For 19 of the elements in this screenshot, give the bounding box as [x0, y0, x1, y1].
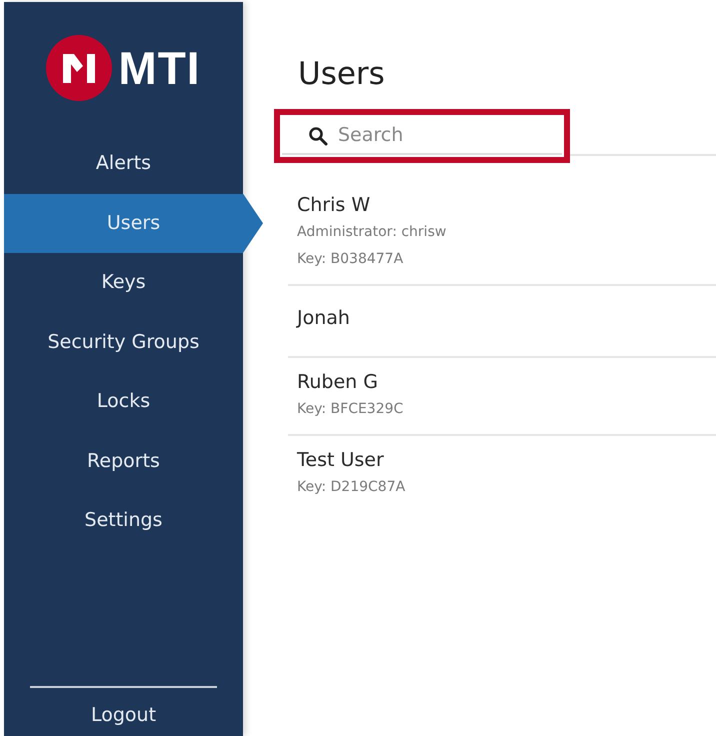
nav-item[interactable]: Alerts: [4, 134, 243, 194]
logout-link[interactable]: Logout: [4, 688, 243, 736]
user-name[interactable]: Test User: [297, 446, 384, 474]
page-title: Users: [298, 55, 386, 94]
nav-item[interactable]: Security Groups: [4, 312, 243, 372]
user-name[interactable]: Jonah: [297, 304, 350, 332]
nav-item[interactable]: Settings: [4, 491, 243, 550]
nav-item[interactable]: Users: [4, 194, 263, 253]
user-detail: Administrator: chrisw: [297, 223, 448, 242]
nav-item[interactable]: Keys: [4, 253, 243, 312]
user-detail: Key: BFCE329C: [297, 400, 404, 419]
nav-item[interactable]: Locks: [4, 372, 243, 432]
user-name[interactable]: Chris W: [297, 191, 370, 219]
logo-icon: [46, 35, 112, 101]
user-detail: Key: B038477A: [297, 250, 404, 269]
user-detail: Key: D219C87A: [297, 478, 406, 497]
nav-item[interactable]: Reports: [4, 432, 243, 491]
user-name[interactable]: Ruben G: [297, 368, 378, 396]
logo-text: MTI: [118, 41, 201, 95]
